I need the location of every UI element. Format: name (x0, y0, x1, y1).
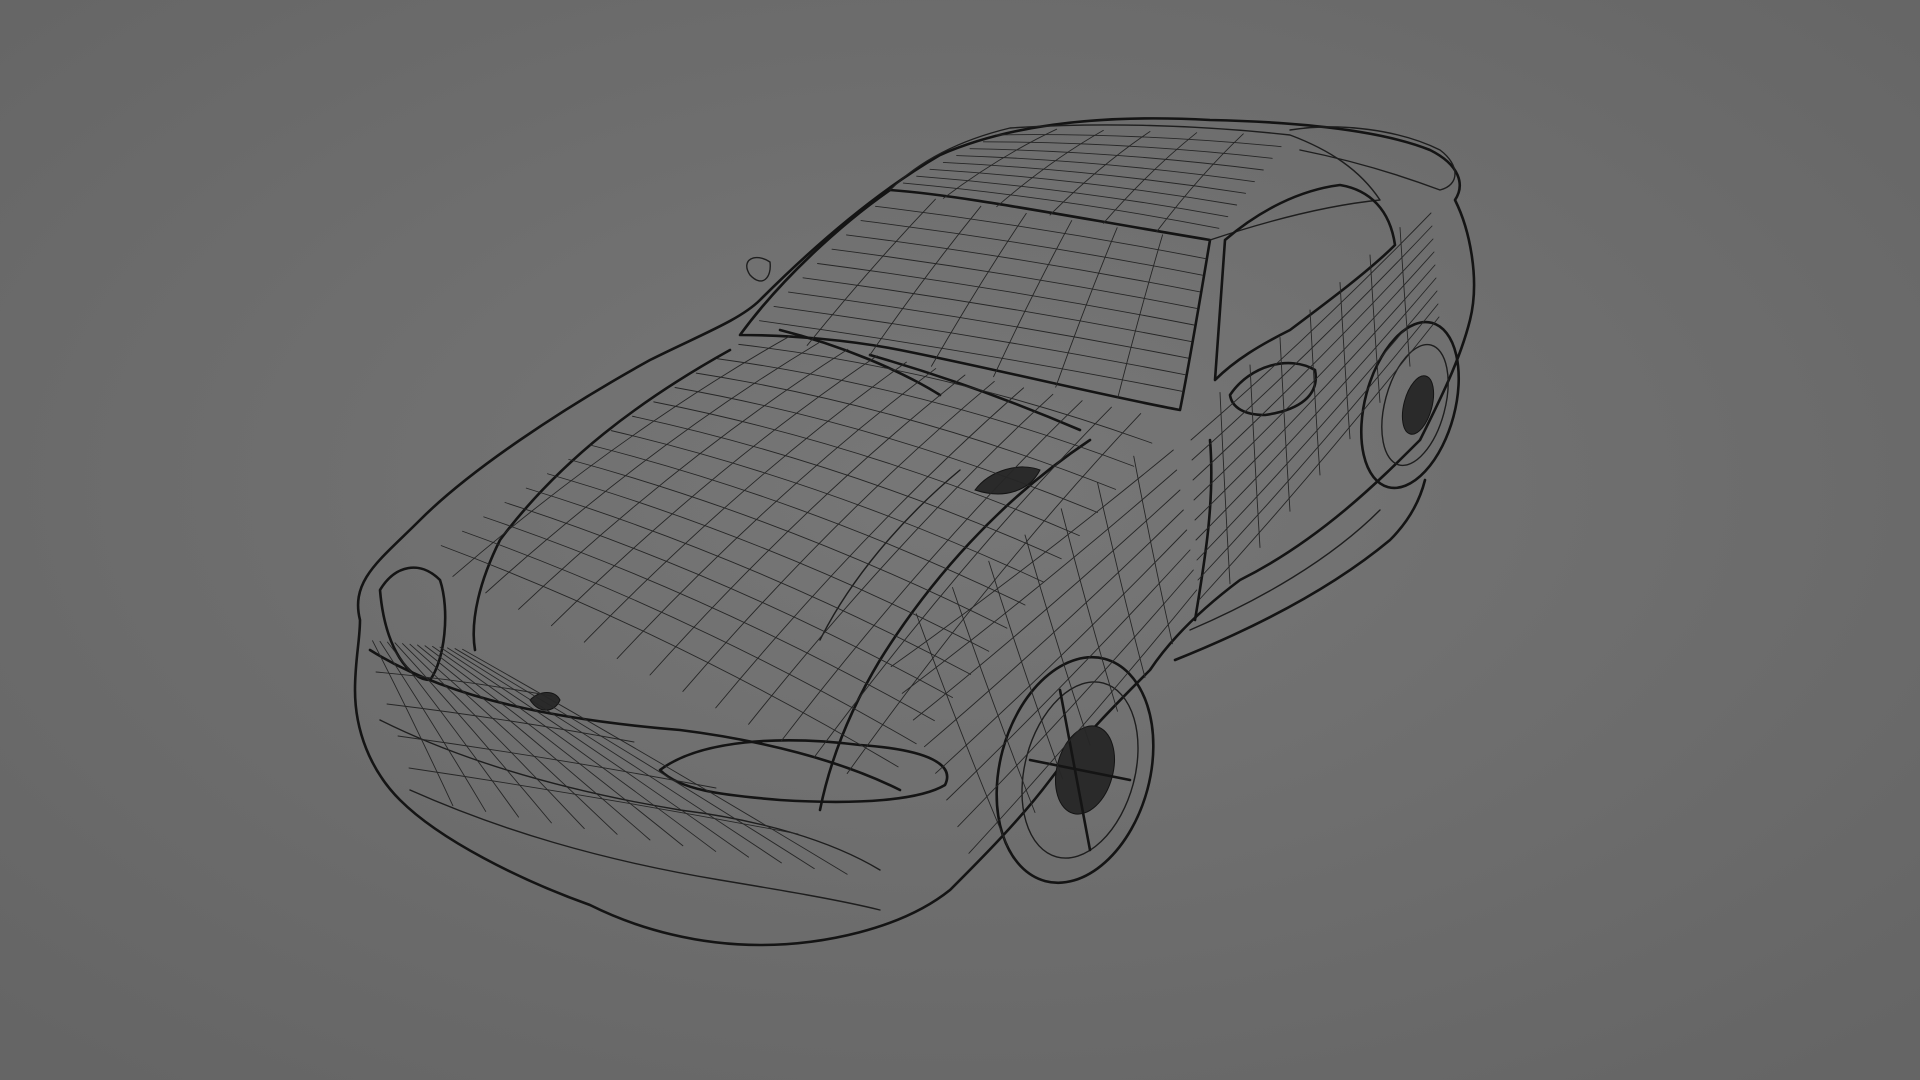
rear-wheel (1359, 320, 1461, 490)
mesh-edge (589, 444, 1026, 606)
mesh-edge (682, 380, 995, 692)
mesh-edge (915, 613, 1008, 847)
mesh-edge (902, 182, 1220, 229)
mesh-edge (674, 387, 1098, 513)
mesh-edge (452, 335, 790, 577)
mesh-edge (432, 645, 717, 852)
mesh-edge (695, 372, 1117, 490)
mesh-edge (1060, 508, 1118, 712)
mesh-edge (806, 198, 936, 346)
mesh-edge (1399, 227, 1411, 367)
mesh-edge (518, 348, 849, 610)
mesh-edge (417, 644, 651, 841)
mesh-edge (397, 735, 717, 789)
mesh-edge (483, 516, 935, 722)
mesh-edge (988, 560, 1063, 780)
mesh-edge (447, 647, 782, 864)
mesh-edge (409, 643, 618, 835)
mesh-edge (935, 529, 1188, 774)
mesh-edge (813, 406, 1112, 758)
mesh-edge (817, 263, 1195, 326)
mesh-edge (547, 473, 990, 652)
mesh-edge (717, 358, 1135, 467)
mesh-edge (504, 502, 953, 698)
mesh-edge (993, 220, 1073, 378)
mesh-edge (1055, 227, 1118, 388)
car-wireframe-model[interactable] (0, 0, 1920, 1080)
mesh-edge (568, 458, 1008, 629)
mesh-edge (875, 205, 1206, 260)
mesh-edge (956, 155, 1255, 183)
front-wheel (995, 655, 1155, 885)
mesh-edge (996, 134, 1282, 148)
mesh-edge (454, 648, 815, 870)
mesh-edge (802, 277, 1192, 343)
mesh-edge (616, 368, 937, 660)
mesh-edge (831, 248, 1198, 309)
mesh-edge (912, 489, 1181, 721)
mesh-edge (1102, 132, 1198, 224)
mesh-edge (788, 291, 1189, 359)
mesh-edge (439, 646, 750, 858)
mesh-edge (408, 767, 799, 835)
mesh-edge (1117, 234, 1164, 399)
3d-viewport[interactable] (0, 0, 1920, 1080)
mesh-edge (649, 374, 966, 676)
mesh-edge (583, 361, 907, 643)
